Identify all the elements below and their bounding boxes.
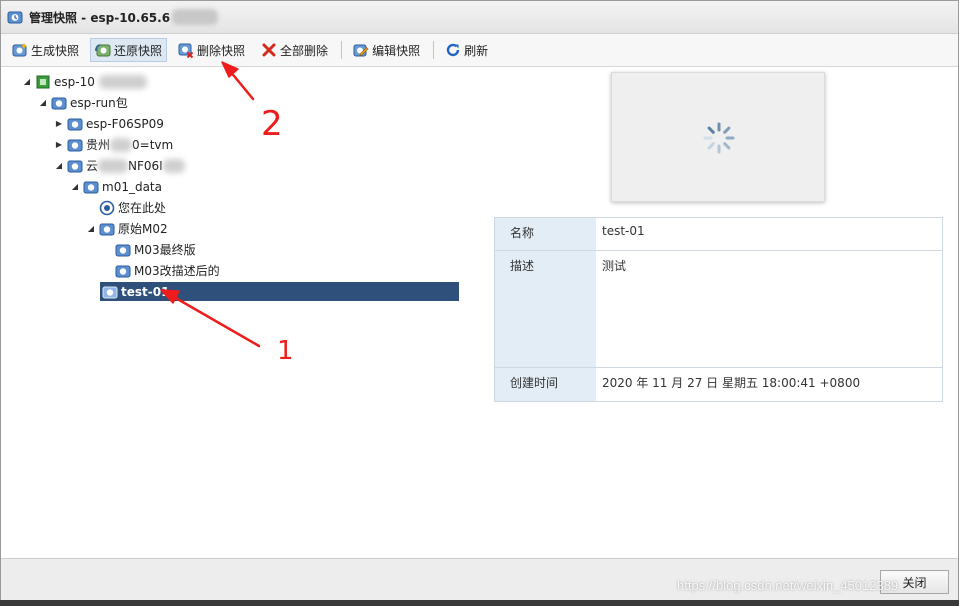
tree-node-label: esp-10 — [54, 74, 95, 89]
tree-node-label: 云 — [86, 159, 99, 173]
restore-snapshot-icon — [95, 42, 111, 58]
snapshot-icon — [99, 223, 115, 235]
collapse-arrow-icon[interactable]: ◢ — [53, 161, 65, 170]
redacted-region — [162, 158, 185, 173]
tree-node-selected[interactable]: test-01 — [100, 282, 459, 301]
tree-node-label: M03最终版 — [134, 243, 196, 257]
refresh-button[interactable]: 刷新 — [440, 38, 493, 62]
created-time-label: 创建时间 — [495, 368, 596, 401]
description-label: 描述 — [495, 251, 596, 367]
delete-snapshot-button[interactable]: 删除快照 — [173, 38, 250, 62]
delete-all-button[interactable]: 全部删除 — [256, 38, 333, 62]
redacted-region — [98, 158, 129, 173]
tree-node-label: esp-run包 — [70, 96, 128, 110]
snapshot-icon — [7, 11, 23, 24]
tree-node-label: test-01 — [121, 284, 170, 299]
create-snapshot-label: 生成快照 — [31, 43, 80, 58]
delete-snapshot-label: 删除快照 — [197, 43, 246, 58]
you-are-here-icon — [99, 200, 115, 215]
delete-snapshot-icon — [178, 42, 194, 58]
toolbar-separator — [433, 41, 435, 59]
create-snapshot-button[interactable]: 生成快照 — [7, 38, 84, 62]
snapshot-icon — [51, 97, 67, 109]
created-time-value: 2020 年 11 月 27 日 星期五 18:00:41 +0800 — [602, 376, 861, 390]
snapshot-icon — [67, 118, 83, 130]
redacted-region — [98, 74, 147, 89]
snapshot-icon — [115, 265, 131, 277]
delete-all-label: 全部删除 — [280, 43, 329, 58]
window-title: 管理快照 - esp-10.65.6 — [29, 10, 171, 25]
snapshot-preview — [611, 72, 825, 202]
snapshot-icon — [67, 160, 83, 172]
title-bar: 管理快照 - esp-10.65.6 — [1, 1, 958, 34]
snapshot-icon — [102, 286, 118, 298]
tree-node-label: 原始M02 — [118, 222, 168, 236]
tree-node-label: 0=tvm — [132, 137, 174, 152]
edit-snapshot-icon — [353, 42, 369, 58]
edit-snapshot-button[interactable]: 编辑快照 — [348, 38, 425, 62]
created-time-row: 创建时间 2020 年 11 月 27 日 星期五 18:00:41 +0800 — [495, 368, 942, 401]
snapshot-icon — [67, 139, 83, 151]
tree-node[interactable]: M03最终版 — [113, 240, 196, 259]
collapse-arrow-icon[interactable]: ◢ — [69, 182, 81, 191]
snapshot-manager-dialog: 管理快照 - esp-10.65.6 生成快照 还原快照 删除快照 全部删除 编… — [0, 0, 959, 600]
toolbar: 生成快照 还原快照 删除快照 全部删除 编辑快照 刷新 — [1, 34, 958, 67]
refresh-label: 刷新 — [464, 43, 489, 58]
tree-node-label: 您在此处 — [118, 201, 167, 215]
tree-node-label: esp-F06SP09 — [86, 116, 164, 131]
tree-node-label: 贵州 — [86, 138, 111, 152]
expand-arrow-icon[interactable]: ▶ — [53, 140, 65, 149]
snapshot-details-table: 名称 test-01 描述 测试 创建时间 2020 年 11 月 27 日 星… — [494, 217, 943, 402]
tree-node[interactable]: ◢ 云 NF06I — [53, 156, 185, 175]
loading-spinner-icon — [703, 122, 735, 154]
close-button[interactable]: 关闭 — [880, 570, 949, 594]
restore-snapshot-button[interactable]: 还原快照 — [90, 38, 168, 62]
tree-node-you-are-here[interactable]: 您在此处 — [97, 198, 166, 217]
snapshot-tree: ◢ esp-10 ◢ esp-run包 ▶ esp-F06SP09 ▶ 贵州 0… — [1, 68, 471, 558]
collapse-arrow-icon[interactable]: ◢ — [85, 224, 97, 233]
tree-node-label: m01_data — [102, 179, 162, 194]
snapshot-icon — [83, 181, 99, 193]
snapshot-icon — [115, 244, 131, 256]
tree-node-label: M03改描述后的 — [134, 264, 220, 278]
edit-snapshot-label: 编辑快照 — [372, 43, 421, 58]
create-snapshot-icon — [12, 42, 28, 58]
name-label: 名称 — [495, 218, 596, 250]
restore-snapshot-label: 还原快照 — [114, 43, 163, 58]
tree-node[interactable]: ◢ 原始M02 — [85, 219, 168, 238]
delete-x-icon — [261, 42, 277, 58]
tree-node-root[interactable]: ◢ esp-10 — [21, 72, 147, 91]
tree-node-label: NF06I — [128, 158, 163, 173]
tree-node[interactable]: ▶ 贵州 0=tvm — [53, 135, 173, 154]
tree-node[interactable]: ▶ esp-F06SP09 — [53, 114, 164, 133]
collapse-arrow-icon[interactable]: ◢ — [37, 98, 49, 107]
expand-arrow-icon[interactable]: ▶ — [53, 119, 65, 128]
tree-node[interactable]: ◢ esp-run包 — [37, 93, 128, 112]
name-value: test-01 — [602, 224, 645, 238]
name-row: 名称 test-01 — [495, 218, 942, 251]
description-value: 测试 — [602, 259, 627, 273]
refresh-icon — [445, 42, 461, 58]
tree-node[interactable]: ◢ m01_data — [69, 177, 162, 196]
dialog-footer: 关闭 — [1, 558, 958, 600]
tree-node[interactable]: M03改描述后的 — [113, 261, 220, 280]
redacted-region — [172, 9, 219, 25]
collapse-arrow-icon[interactable]: ◢ — [21, 77, 33, 86]
vm-icon — [36, 75, 50, 88]
redacted-region — [110, 137, 133, 152]
toolbar-separator — [341, 41, 343, 59]
description-row: 描述 测试 — [495, 251, 942, 368]
